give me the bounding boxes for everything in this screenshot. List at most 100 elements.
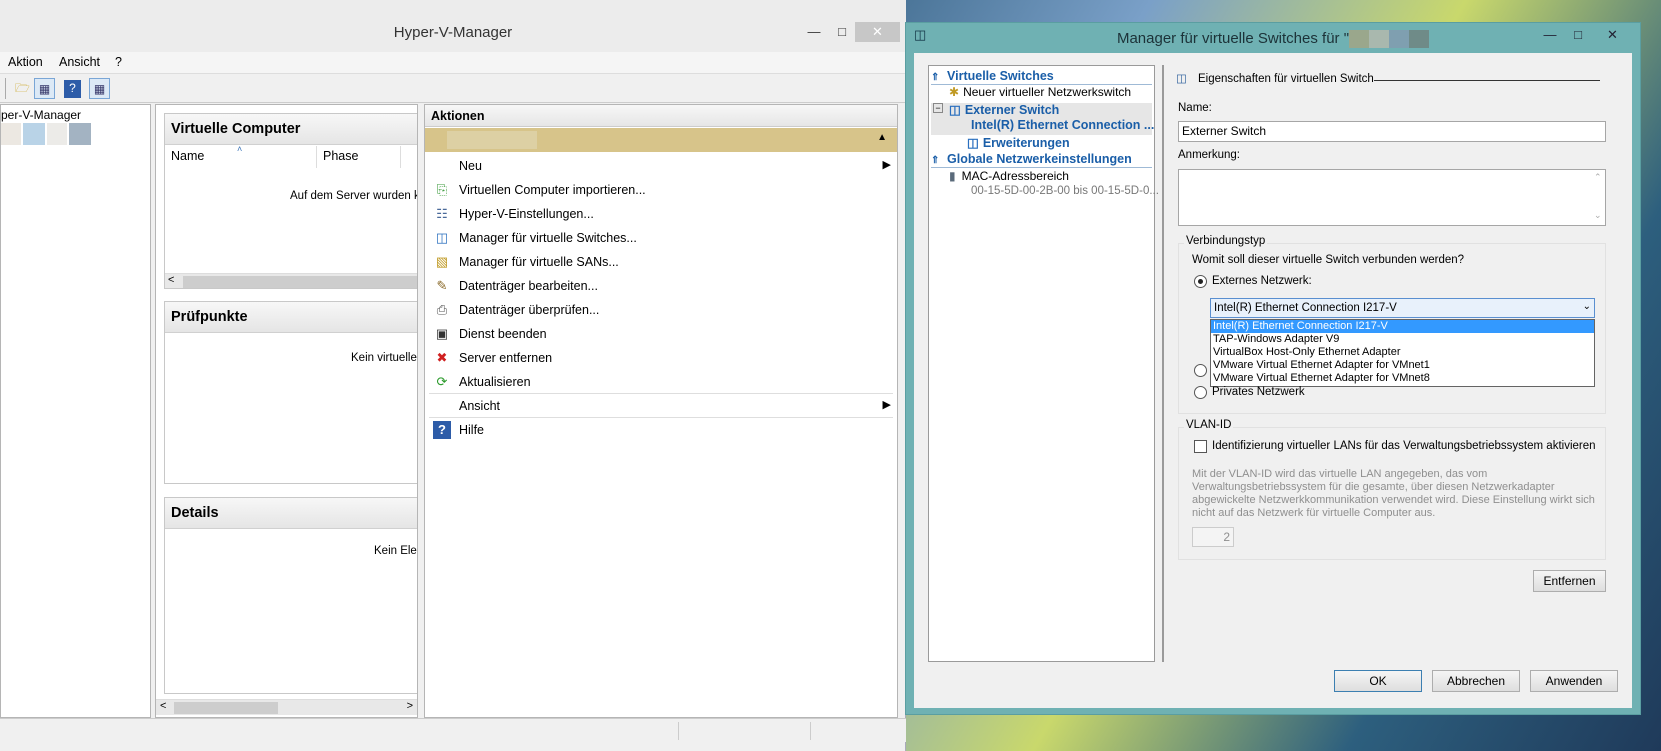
tree-item-adapter[interactable]: Intel(R) Ethernet Connection ... — [971, 118, 1154, 132]
mac-address-icon: ▮ — [949, 169, 956, 183]
close-button[interactable]: ✕ — [1590, 25, 1635, 45]
maximize-button[interactable]: □ — [828, 22, 856, 42]
scroll-left-icon[interactable]: < — [168, 274, 174, 286]
checkpoints-empty-message: Kein virtueller — [351, 352, 418, 364]
external-network-radio[interactable] — [1194, 275, 1207, 288]
extensions-icon: ◫ — [967, 136, 979, 150]
action-pane-icon[interactable]: ▦ — [89, 78, 110, 99]
cancel-button[interactable]: Abbrechen — [1432, 670, 1520, 692]
action-item[interactable]: ☷ Hyper-V-Einstellungen... — [429, 202, 893, 226]
adapter-option[interactable]: VMware Virtual Ethernet Adapter for VMne… — [1211, 372, 1594, 385]
scroll-right-icon[interactable]: > — [407, 700, 413, 712]
server-name-blur — [47, 123, 67, 145]
tree-item-extensions[interactable]: ◫ Erweiterungen — [967, 135, 1070, 150]
action-item[interactable]: ▧ Manager für virtuelle SANs... — [429, 250, 893, 274]
server-name-blur — [447, 131, 537, 149]
column-name-label: Name — [171, 149, 205, 163]
dialog-titlebar: ◫ Manager für virtuelle Switches für " —… — [906, 23, 1640, 53]
checkpoints-pane: Prüfpunkte Kein virtueller — [164, 301, 418, 484]
adapter-option[interactable]: VMware Virtual Ethernet Adapter for VMne… — [1211, 359, 1594, 372]
vlan-description: Mit der VLAN-ID wird das virtuelle LAN a… — [1192, 468, 1595, 519]
hyperv-titlebar: Hyper-V-Manager — □ ✕ — [0, 0, 906, 52]
help-icon[interactable]: ? — [64, 80, 81, 98]
scroll-left-icon[interactable]: < — [160, 700, 166, 712]
adapter-option[interactable]: VirtualBox Host-Only Ethernet Adapter — [1211, 346, 1594, 359]
collapse-icon[interactable]: ▲ — [877, 132, 887, 143]
adapter-select[interactable]: Intel(R) Ethernet Connection I217-V ⌄ — [1210, 298, 1595, 318]
folder-up-icon[interactable]: 🗁 — [12, 78, 33, 99]
close-button[interactable]: ✕ — [855, 22, 900, 42]
column-header-name[interactable]: Name ˄ — [165, 144, 317, 168]
notes-textarea[interactable] — [1178, 169, 1606, 226]
action-label: Manager für virtuelle Switches... — [459, 231, 637, 245]
adapter-option[interactable]: TAP-Windows Adapter V9 — [1211, 333, 1594, 346]
center-horizontal-scrollbar[interactable]: < > — [156, 699, 417, 715]
chevron-down-icon[interactable]: ⌄ — [1583, 301, 1591, 312]
remove-button[interactable]: Entfernen — [1533, 570, 1606, 592]
settings-icon: ☷ — [436, 206, 448, 221]
help-icon: ? — [433, 421, 451, 439]
details-empty-message: Kein Eler — [374, 545, 418, 557]
action-item[interactable]: ⟳ Aktualisieren — [429, 370, 893, 394]
properties-switch-icon: ◫ — [1176, 73, 1187, 85]
collapse-toggle-icon[interactable]: − — [933, 103, 943, 113]
mac-range-value: 00-15-5D-00-2B-00 bis 00-15-5D-0... — [971, 185, 1159, 197]
switch-icon: ◫ — [435, 230, 449, 245]
action-item[interactable]: ✎ Datenträger bearbeiten... — [429, 274, 893, 298]
action-item[interactable]: ⎘ Virtuellen Computer importieren... — [429, 178, 893, 202]
internal-network-radio[interactable] — [1194, 364, 1207, 377]
show-pane-icon[interactable]: ▦ — [34, 78, 55, 99]
tree-section-global-settings[interactable]: ⇑ Globale Netzwerkeinstellungen — [931, 152, 1132, 166]
action-item[interactable]: ▣ Dienst beenden — [429, 322, 893, 346]
scroll-down-icon[interactable]: ⌄ — [1594, 210, 1602, 221]
name-input[interactable]: Externer Switch — [1178, 121, 1606, 142]
maximize-button[interactable]: □ — [1564, 25, 1592, 45]
edit-disk-icon: ✎ — [436, 278, 448, 293]
action-item[interactable]: ⎙ Datenträger überprüfen... — [429, 298, 893, 322]
vlan-enable-checkbox[interactable] — [1194, 440, 1207, 453]
actions-header: Aktionen — [425, 105, 897, 127]
server-name-blur — [1349, 30, 1370, 49]
tree-item-new-switch[interactable]: ✱ Neuer virtueller Netzwerkswitch — [949, 85, 1131, 99]
collapse-chevron-icon[interactable]: ⇑ — [931, 72, 947, 83]
vlan-id-input[interactable]: 2 — [1192, 527, 1234, 547]
action-item[interactable]: ◫ Manager für virtuelle Switches... — [429, 226, 893, 250]
action-item[interactable]: ? Hilfe — [429, 418, 893, 442]
tree-item-mac-range[interactable]: ▮ MAC-Adressbereich — [949, 169, 1069, 183]
tree-section-virtual-switches[interactable]: ⇑ Virtuelle Switches — [931, 69, 1054, 83]
private-network-radio[interactable] — [1194, 386, 1207, 399]
vm-empty-message: Auf dem Server wurden ke — [290, 190, 418, 202]
connection-question: Womit soll dieser virtuelle Switch verbu… — [1192, 254, 1465, 266]
tree-root-item[interactable]: per-V-Manager — [1, 108, 81, 122]
section-label: Globale Netzwerkeinstellungen — [947, 152, 1132, 166]
action-item[interactable]: ✖ Server entfernen — [429, 346, 893, 370]
minimize-button[interactable]: — — [800, 22, 828, 42]
tree-item-label: Erweiterungen — [982, 136, 1070, 150]
switch-tree: ⇑ Virtuelle Switches ✱ Neuer virtueller Ne… — [928, 65, 1159, 662]
menu-help[interactable]: ? — [115, 55, 122, 69]
menu-aktion[interactable]: Aktion — [8, 55, 43, 69]
ok-button[interactable]: OK — [1334, 670, 1422, 692]
refresh-icon: ⟳ — [436, 374, 448, 389]
selected-server-bar[interactable]: ▲ — [425, 128, 897, 152]
adapter-option[interactable]: Intel(R) Ethernet Connection I217-V — [1211, 320, 1594, 333]
menu-bar: Aktion Ansicht ? — [0, 52, 906, 74]
horizontal-scrollbar[interactable]: < — [165, 273, 417, 288]
tree-item-external-switch[interactable]: ◫ Externer Switch — [949, 102, 1059, 117]
minimize-button[interactable]: — — [1536, 25, 1564, 45]
apply-button[interactable]: Anwenden — [1530, 670, 1618, 692]
details-pane-title: Details — [165, 498, 417, 529]
adapter-dropdown-list: Intel(R) Ethernet Connection I217-V TAP-… — [1210, 319, 1595, 387]
menu-ansicht[interactable]: Ansicht — [59, 55, 100, 69]
dialog-title-text: Manager für virtuelle Switches für " — [1116, 30, 1350, 47]
collapse-chevron-icon[interactable]: ⇑ — [931, 155, 947, 166]
stop-icon: ▣ — [435, 326, 449, 341]
action-item[interactable]: Neu ▶ — [429, 154, 893, 178]
scroll-thumb[interactable] — [174, 702, 278, 714]
status-separator — [678, 722, 679, 740]
scroll-thumb[interactable] — [183, 276, 417, 288]
submenu-arrow-icon: ▶ — [882, 399, 891, 411]
action-item[interactable]: Ansicht ▶ — [429, 394, 893, 418]
column-header-phase[interactable]: Phase — [317, 146, 401, 168]
scroll-up-icon[interactable]: ⌃ — [1594, 172, 1602, 183]
